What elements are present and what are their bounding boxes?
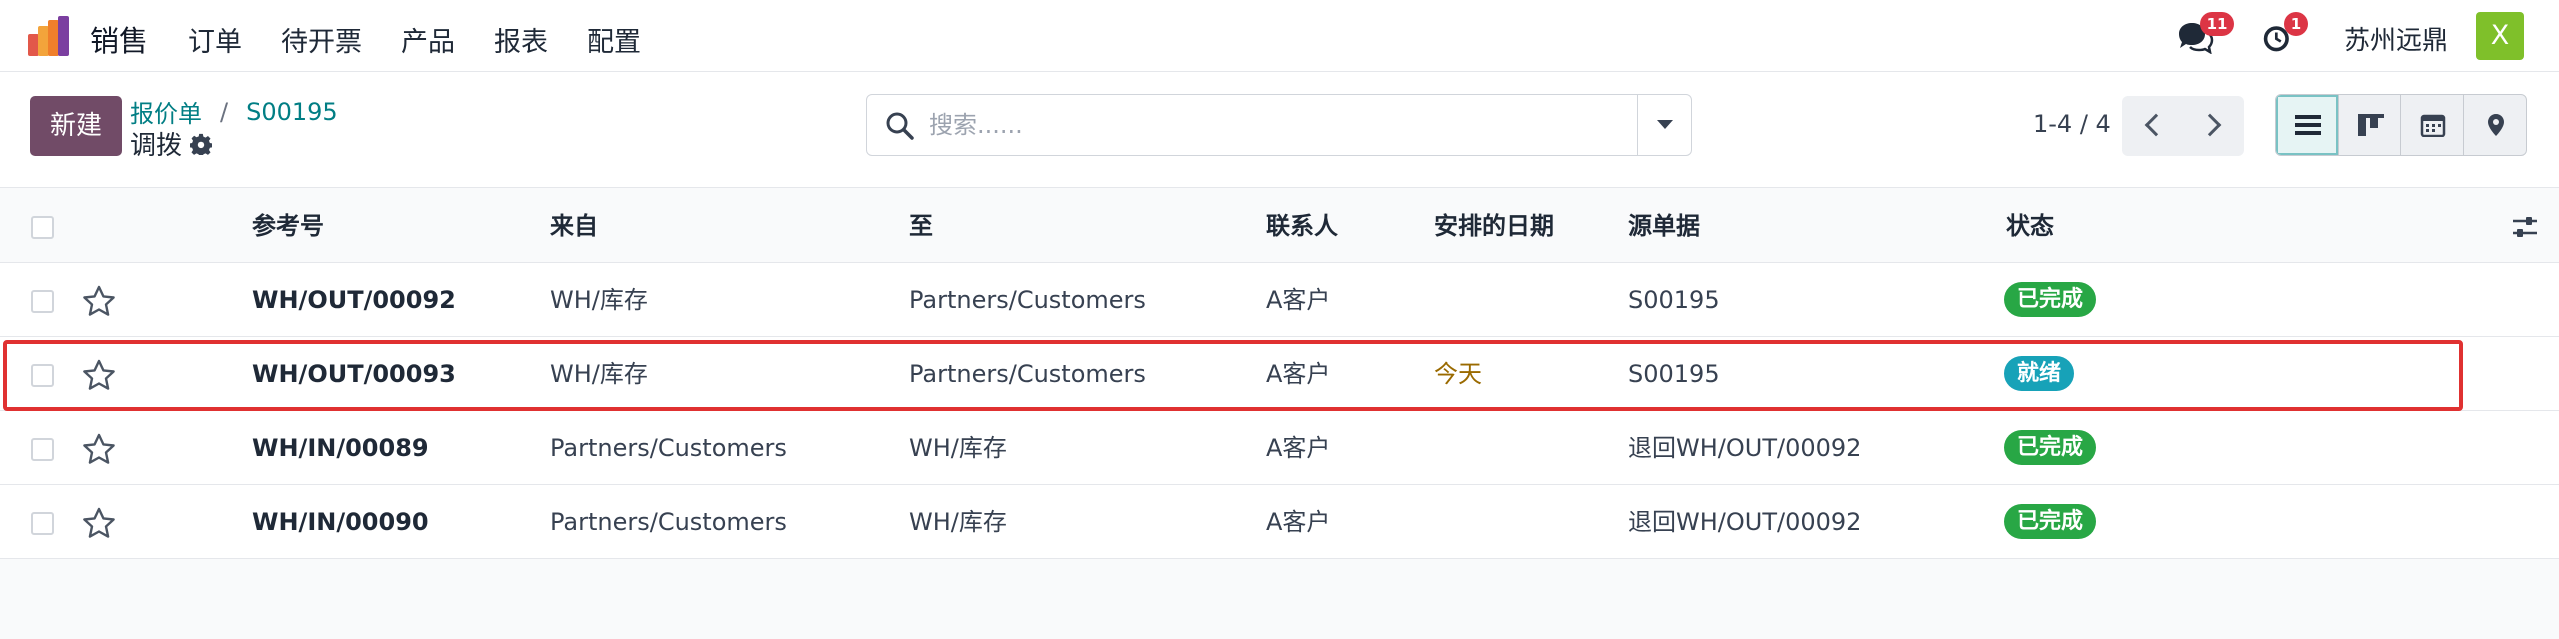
star-icon[interactable] [82, 433, 116, 465]
menu-item-orders[interactable]: 订单 [188, 20, 242, 59]
main-menu: 订单 待开票 产品 报表 配置 [188, 20, 680, 59]
table-row[interactable]: WH/IN/00089 Partners/Customers WH/库存 A客户… [0, 411, 2559, 485]
status-badge: 已完成 [2004, 282, 2097, 317]
status-badge: 已完成 [2004, 504, 2097, 539]
row-checkbox[interactable] [31, 438, 54, 461]
search-bar [866, 94, 1692, 156]
breadcrumb-separator: / [220, 97, 229, 126]
activities-menu[interactable]: 1 [2262, 12, 2318, 60]
column-header-from[interactable]: 来自 [550, 189, 598, 263]
cell-to: WH/库存 [909, 434, 1007, 462]
row-checkbox[interactable] [31, 512, 54, 535]
search-options-toggle[interactable] [1637, 95, 1691, 155]
cell-source-document: 退回WH/OUT/00092 [1628, 434, 1862, 462]
calendar-view-button[interactable] [2401, 95, 2464, 155]
breadcrumb-order[interactable]: S00195 [246, 98, 338, 126]
column-header-scheduled-date[interactable]: 安排的日期 [1434, 189, 1554, 263]
row-checkbox[interactable] [31, 290, 54, 313]
cell-contact: A客户 [1266, 360, 1331, 388]
view-switcher [2275, 94, 2527, 156]
table-header: 参考号 来自 至 联系人 安排的日期 源单据 状态 [0, 189, 2559, 263]
gear-icon[interactable] [190, 133, 213, 155]
cell-source-document: S00195 [1628, 286, 1720, 314]
menu-item-to-invoice[interactable]: 待开票 [281, 20, 362, 59]
column-header-status[interactable]: 状态 [2006, 189, 2054, 263]
table-row[interactable]: WH/IN/00090 Partners/Customers WH/库存 A客户… [0, 485, 2559, 559]
list-view-button[interactable] [2276, 95, 2339, 155]
kanban-view-button[interactable] [2339, 95, 2401, 155]
star-icon[interactable] [82, 507, 116, 539]
map-view-button[interactable] [2464, 95, 2527, 155]
cell-reference: WH/IN/00089 [252, 434, 429, 462]
row-checkbox[interactable] [31, 364, 54, 387]
column-settings-icon[interactable] [2511, 214, 2539, 240]
breadcrumb-quotations[interactable]: 报价单 [130, 94, 202, 129]
breadcrumb: 报价单 / S00195 [130, 94, 338, 129]
column-header-to[interactable]: 至 [909, 189, 933, 263]
kanban-view-icon [2357, 114, 2384, 136]
transfers-table: 参考号 来自 至 联系人 安排的日期 源单据 状态 WH/OUT/00092 W… [0, 189, 2559, 559]
list-view-icon [2295, 115, 2321, 135]
cell-contact: A客户 [1266, 434, 1331, 462]
cell-source-document: 退回WH/OUT/00092 [1628, 508, 1862, 536]
user-avatar[interactable]: X [2476, 12, 2524, 60]
cell-from: WH/库存 [550, 286, 648, 314]
map-pin-icon [2487, 114, 2504, 136]
app-logo-icon[interactable] [28, 16, 70, 56]
cell-contact: A客户 [1266, 286, 1331, 314]
search-input[interactable] [929, 103, 1489, 147]
cell-to: Partners/Customers [909, 360, 1146, 388]
cell-reference: WH/IN/00090 [252, 508, 429, 536]
page-title-label: 调拨 [130, 131, 183, 161]
table-row[interactable]: WH/OUT/00092 WH/库存 Partners/Customers A客… [0, 263, 2559, 337]
pager-navigation [2122, 96, 2244, 156]
new-button[interactable]: 新建 [30, 96, 122, 156]
cell-to: WH/库存 [909, 508, 1007, 536]
chevron-right-icon [2198, 113, 2222, 137]
control-panel: 新建 报价单 / S00195 调拨 1-4 / 4 [0, 72, 2559, 188]
star-icon[interactable] [82, 359, 116, 391]
column-header-contact[interactable]: 联系人 [1266, 189, 1338, 263]
menu-item-configuration[interactable]: 配置 [587, 20, 641, 59]
table-row[interactable]: WH/OUT/00093 WH/库存 Partners/Customers A客… [0, 337, 2559, 411]
menu-item-products[interactable]: 产品 [401, 20, 455, 59]
cell-from: Partners/Customers [550, 434, 787, 462]
column-header-reference[interactable]: 参考号 [252, 189, 324, 263]
activities-count-badge: 1 [2284, 12, 2308, 36]
select-all-checkbox[interactable] [31, 216, 54, 239]
calendar-view-icon [2420, 114, 2446, 137]
messages-count-badge: 11 [2200, 12, 2234, 36]
cell-from: Partners/Customers [550, 508, 787, 536]
pager-next-button[interactable] [2183, 96, 2244, 156]
search-icon [886, 112, 914, 140]
menu-item-reporting[interactable]: 报表 [494, 20, 548, 59]
cell-scheduled-date: 今天 [1434, 360, 1482, 388]
app-name[interactable]: 销售 [90, 18, 148, 60]
messages-menu[interactable]: 11 [2176, 12, 2246, 60]
cell-reference: WH/OUT/00093 [252, 360, 456, 388]
cell-reference: WH/OUT/00092 [252, 286, 456, 314]
cell-contact: A客户 [1266, 508, 1331, 536]
column-header-source-document[interactable]: 源单据 [1628, 189, 1700, 263]
caret-down-icon [1657, 120, 1673, 129]
pager-previous-button[interactable] [2122, 96, 2183, 156]
cell-from: WH/库存 [550, 360, 648, 388]
cell-source-document: S00195 [1628, 360, 1720, 388]
top-navbar: 销售 订单 待开票 产品 报表 配置 11 1 苏州远鼎 X [0, 0, 2559, 72]
pager-value[interactable]: 1-4 / 4 [2033, 110, 2111, 138]
chevron-left-icon [2144, 113, 2168, 137]
status-badge: 就绪 [2004, 356, 2075, 391]
star-icon[interactable] [82, 285, 116, 317]
status-badge: 已完成 [2004, 430, 2097, 465]
page-title: 调拨 [130, 125, 213, 162]
company-switcher[interactable]: 苏州远鼎 [2344, 20, 2448, 57]
cell-to: Partners/Customers [909, 286, 1146, 314]
